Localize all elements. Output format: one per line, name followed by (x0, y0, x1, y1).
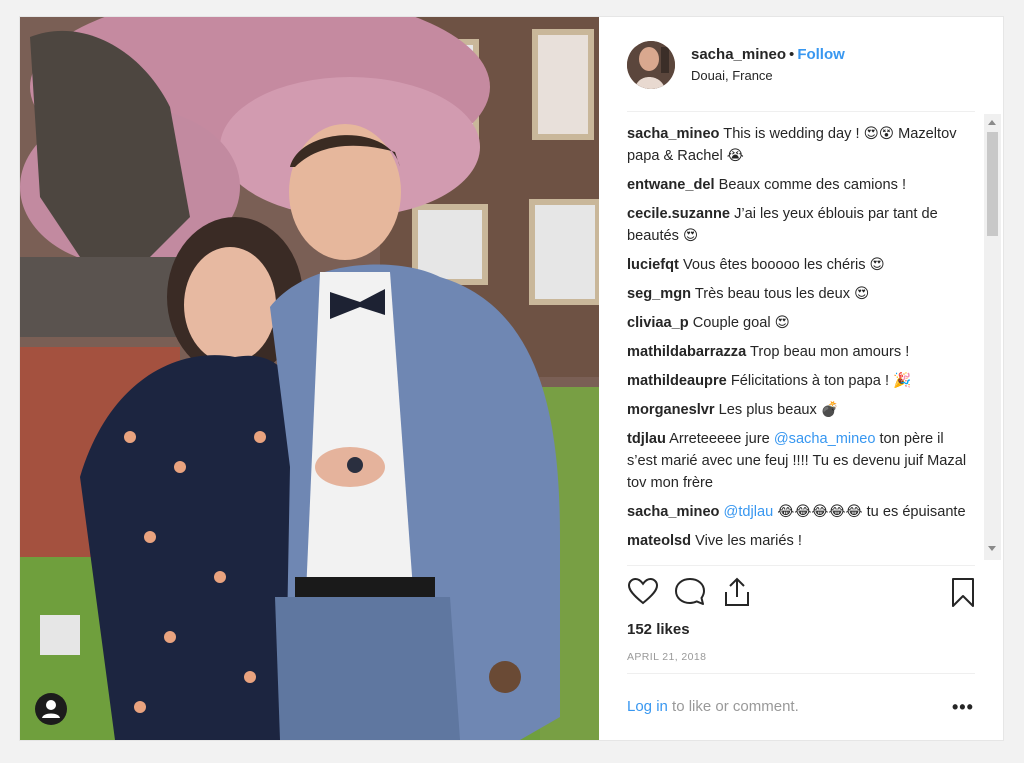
login-link[interactable]: Log in (627, 698, 668, 715)
user-tag-icon[interactable] (35, 693, 67, 725)
header-divider (627, 111, 975, 112)
save-button[interactable] (947, 576, 979, 608)
comment-item: entwane_del Beaux comme des camions ! (627, 174, 975, 196)
comment-text: Vous êtes booooo les chéris 😍 (682, 257, 885, 273)
header-username[interactable]: sacha_mineo (691, 46, 786, 63)
comment-username[interactable]: mathildeaupre (627, 373, 727, 389)
comment-username[interactable]: seg_mgn (627, 286, 691, 302)
bookmark-icon (952, 578, 974, 607)
photo-illustration (20, 17, 599, 740)
comment-item: cecile.suzanne J’ai les yeux éblouis par… (627, 203, 975, 247)
comment-username[interactable]: mathildabarrazza (627, 344, 746, 360)
like-button[interactable] (627, 576, 659, 608)
more-options-button[interactable]: ••• (952, 697, 974, 718)
comment-item: mathildeaupre Félicitations à ton papa !… (627, 370, 975, 392)
share-button[interactable] (721, 576, 753, 608)
comment-text: Les plus beaux 💣 (718, 402, 840, 418)
login-prompt-text: to like or comment. (667, 698, 799, 715)
comment-item: seg_mgn Très beau tous les deux 😍 (627, 283, 975, 305)
comment-username[interactable]: sacha_mineo (627, 126, 719, 142)
comment-username[interactable]: tdjlau (627, 431, 666, 447)
comment-username[interactable]: sacha_mineo (627, 504, 719, 520)
comment-item: cliviaa_p Couple goal 😍 (627, 312, 975, 334)
heart-icon (627, 577, 659, 605)
post-date[interactable]: APRIL 21, 2018 (627, 651, 706, 663)
avatar[interactable] (627, 41, 675, 89)
footer-divider (627, 673, 975, 674)
comment-mention[interactable]: @sacha_mineo (774, 431, 876, 447)
comment-text: Beaux comme des camions ! (718, 177, 907, 193)
person-icon (42, 700, 60, 718)
actions-divider (627, 565, 975, 566)
comment-item: sacha_mineo This is wedding day ! 😍😵 Maz… (627, 123, 975, 167)
comment-username[interactable]: mateolsd (627, 533, 691, 549)
comment-mention[interactable]: @tdjlau (724, 504, 774, 520)
avatar-image (627, 41, 675, 89)
comment-text: Couple goal 😍 (692, 315, 790, 331)
comment-text: 😂😂😂😂😂 tu es épuisante (773, 504, 966, 520)
header-separator: • (789, 46, 795, 63)
action-bar (627, 576, 975, 616)
comment-username[interactable]: luciefqt (627, 257, 679, 273)
comment-button[interactable] (674, 576, 706, 608)
comment-text: Trop beau mon amours ! (750, 344, 910, 360)
post-header: sacha_mineo • Follow Douai, France (599, 17, 1003, 111)
comment-item: tdjlau Arreteeeee jure @sacha_mineo ton … (627, 428, 975, 494)
comment-text: Très beau tous les deux 😍 (694, 286, 870, 302)
comment-item: sacha_mineo @tdjlau 😂😂😂😂😂 tu es épuisant… (627, 501, 975, 523)
scroll-up-arrow-icon[interactable] (988, 120, 996, 125)
comment-username[interactable]: cecile.suzanne (627, 206, 730, 222)
comment-username[interactable]: morganeslvr (627, 402, 715, 418)
comment-username[interactable]: cliviaa_p (627, 315, 689, 331)
like-count[interactable]: 152 likes (627, 621, 690, 638)
comment-username[interactable]: entwane_del (627, 177, 715, 193)
comments-list[interactable]: sacha_mineo This is wedding day ! 😍😵 Maz… (627, 123, 975, 565)
comment-item: luciefqt Vous êtes booooo les chéris 😍 (627, 254, 975, 276)
comment-item: mateolsd Vive les mariés ! (627, 530, 975, 552)
post-side-panel: sacha_mineo • Follow Douai, France sacha_m… (599, 17, 1003, 740)
share-icon (725, 577, 749, 606)
comment-item: mathildabarrazza Trop beau mon amours ! (627, 341, 975, 363)
scroll-down-arrow-icon[interactable] (988, 546, 996, 551)
follow-button[interactable]: Follow (797, 46, 845, 63)
comment-icon (675, 578, 705, 605)
header-line: sacha_mineo • Follow (691, 46, 845, 63)
scrollbar-thumb[interactable] (987, 132, 998, 236)
comment-text: Félicitations à ton papa ! 🎉 (730, 373, 912, 389)
post-card: sacha_mineo • Follow Douai, France sacha_m… (19, 16, 1004, 741)
comment-text: Vive les mariés ! (695, 533, 802, 549)
comment-item: morganeslvr Les plus beaux 💣 (627, 399, 975, 421)
post-photo[interactable] (20, 17, 599, 740)
location-link[interactable]: Douai, France (691, 68, 773, 83)
comments-scrollbar[interactable] (984, 114, 1001, 560)
login-prompt: Log in to like or comment. (627, 698, 799, 715)
comment-text: Arreteeeee jure (669, 431, 774, 447)
